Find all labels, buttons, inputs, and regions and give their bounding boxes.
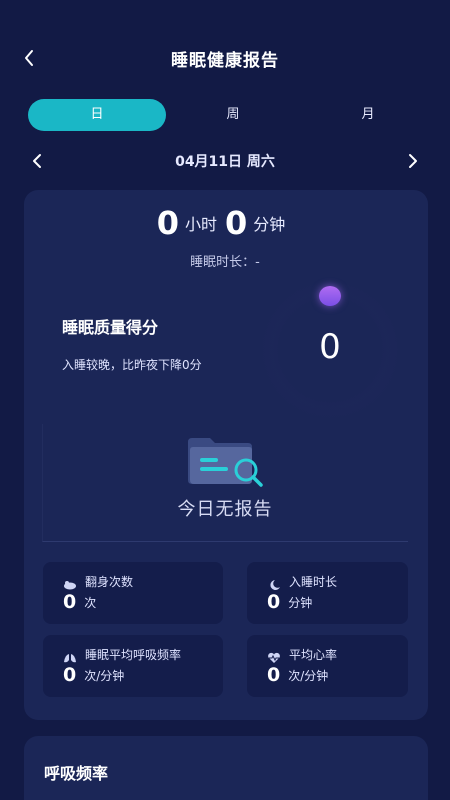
chevron-right-icon [409,154,417,168]
stat-unit: 次/分钟 [84,668,125,683]
date-navigator: 04月11日 周六 [0,146,450,176]
stat-label: 入睡时长 [289,575,338,589]
tab-day[interactable]: 日 [28,99,166,131]
quality-score-title: 睡眠质量得分 [62,318,159,337]
folder-search-icon [186,436,266,488]
quality-score-description: 入睡较晚，比昨夜下降0分 [62,358,202,372]
stat-fall-asleep-duration: 入睡时长 0 分钟 [247,562,408,624]
stat-turn-over: 翻身次数 0次 [43,562,223,624]
stat-label: 睡眠平均呼吸频率 [85,648,182,662]
score-indicator-dot [319,286,341,306]
heart-icon [267,649,281,663]
stat-average-heart-rate: 平均心率 0 次/分钟 [247,635,408,697]
quality-score-value: 0 [319,327,341,367]
duration-hours-unit: 小时 [184,215,217,234]
tab-week[interactable]: 周 [178,99,288,131]
duration-label: 睡眠时长：- [190,255,260,270]
stat-value: 0 [63,591,77,613]
stat-value: 0 [267,664,281,686]
duration-hours: 0 [156,204,179,242]
stat-value: 0 [63,664,77,686]
turn-over-icon [63,576,77,589]
lungs-icon [63,649,77,662]
stat-label: 平均心率 [289,648,338,662]
moon-icon [267,576,281,590]
current-date: 04月11日 周六 [175,154,275,170]
stat-unit: 分钟 [288,595,313,610]
page-title: 睡眠健康报告 [171,51,279,71]
breathing-rate-title: 呼吸频率 [44,764,109,783]
duration-minutes-unit: 分钟 [253,215,286,234]
empty-report-text: 今日无报告 [177,499,273,520]
duration-minutes: 0 [225,204,248,242]
sleep-duration: 0 小时 0 分钟 [0,204,450,242]
period-tabs: 日 周 月 [28,99,422,131]
next-day-button[interactable] [404,152,420,170]
stat-unit: 次/分钟 [288,668,329,683]
stat-label: 翻身次数 [85,575,134,589]
stat-value: 0 [267,591,281,613]
stat-breathing-rate: 睡眠平均呼吸频率 0 次/分钟 [43,635,223,697]
stat-unit: 次 [84,595,97,610]
tab-month[interactable]: 月 [313,99,423,131]
